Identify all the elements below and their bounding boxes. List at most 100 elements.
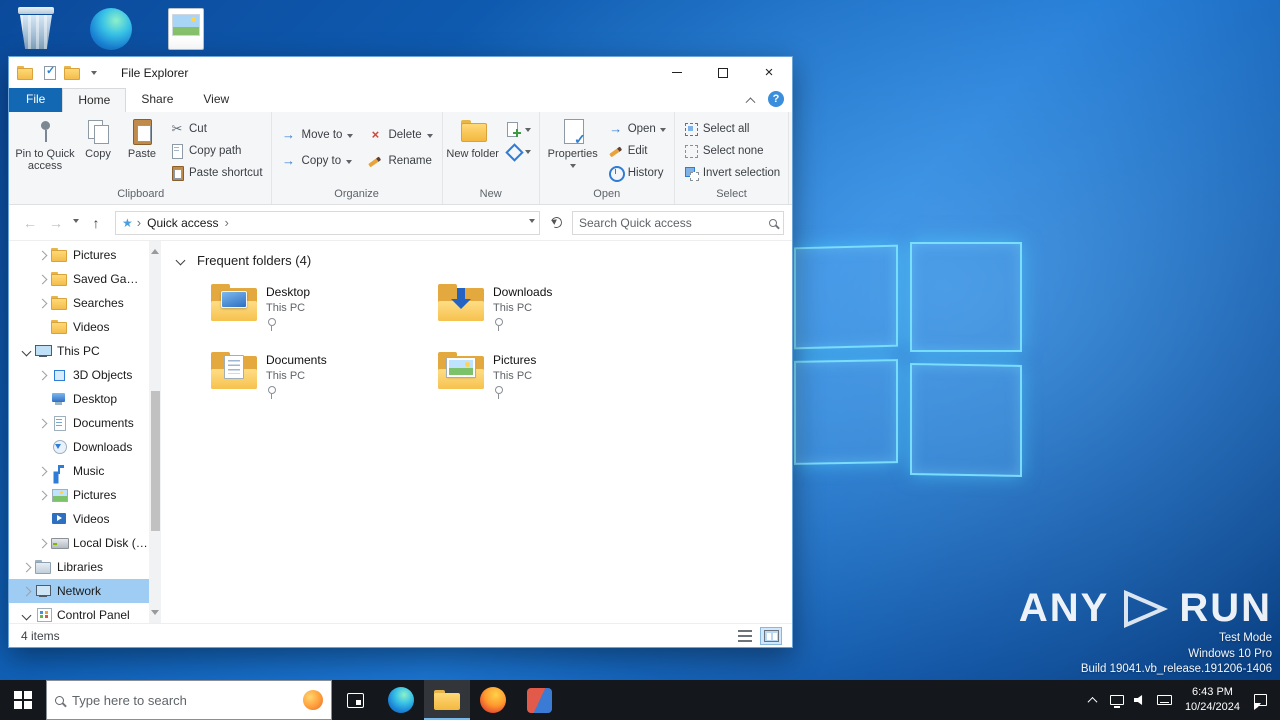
back-button[interactable]: ← — [19, 215, 41, 231]
folder-tile[interactable]: Desktop This PC — [211, 284, 426, 342]
tree-chevron-icon[interactable] — [39, 396, 46, 403]
close-button[interactable]: × — [746, 57, 792, 88]
start-button[interactable] — [0, 680, 46, 720]
breadcrumb-chevron[interactable]: › — [224, 215, 228, 230]
easy-access-button[interactable] — [500, 140, 536, 162]
tree-item[interactable]: Libraries — [9, 555, 161, 579]
open-button[interactable]: → Open — [603, 118, 671, 140]
tree-chevron-icon[interactable] — [37, 490, 48, 500]
help-button[interactable]: ? — [768, 91, 784, 107]
explorer-search-box[interactable] — [572, 210, 784, 235]
properties-button[interactable]: ✓ Properties — [543, 112, 603, 188]
search-input[interactable] — [579, 215, 763, 230]
taskbar-search-box[interactable] — [46, 680, 332, 720]
maximize-button[interactable] — [700, 57, 746, 88]
qat-new-folder-button[interactable] — [61, 62, 83, 84]
folder-tile[interactable]: Documents This PC — [211, 352, 426, 410]
tree-item[interactable]: Pictures — [9, 243, 161, 267]
tree-chevron-icon[interactable] — [37, 274, 48, 284]
tree-item[interactable]: Videos — [9, 507, 161, 531]
cut-button[interactable]: ✂ Cut — [164, 118, 268, 140]
paste-shortcut-button[interactable]: Paste shortcut — [164, 162, 268, 184]
tree-item[interactable]: Music — [9, 459, 161, 483]
delete-button[interactable]: × Delete — [361, 122, 438, 148]
tree-item[interactable]: Searches — [9, 291, 161, 315]
tree-chevron-icon[interactable] — [39, 324, 46, 331]
folder-tile[interactable]: Pictures This PC — [438, 352, 653, 410]
file-explorer-taskbar-button[interactable] — [424, 680, 470, 720]
large-icons-view-button[interactable] — [760, 626, 782, 645]
tree-item[interactable]: Videos — [9, 315, 161, 339]
edit-button[interactable]: Edit — [603, 140, 671, 162]
image-file-icon[interactable] — [168, 8, 220, 60]
search-highlights-icon[interactable] — [303, 690, 323, 710]
tab-view[interactable]: View — [188, 88, 244, 112]
tab-file[interactable]: File — [9, 88, 63, 112]
scroll-up-button[interactable] — [151, 245, 159, 254]
select-none-button[interactable]: Select none — [678, 140, 785, 162]
recycle-bin-icon[interactable] — [12, 5, 64, 57]
tree-item[interactable]: Pictures — [9, 483, 161, 507]
taskbar-search-input[interactable] — [72, 692, 295, 708]
tree-chevron-icon[interactable] — [21, 346, 32, 356]
app-taskbar-button[interactable] — [516, 680, 562, 720]
rename-button[interactable]: Rename — [361, 148, 438, 174]
tree-item[interactable]: This PC — [9, 339, 161, 363]
tab-home[interactable]: Home — [62, 88, 127, 112]
copy-button[interactable]: Copy — [76, 112, 120, 188]
tree-item[interactable]: Local Disk (C:) — [9, 531, 161, 555]
nav-scrollbar[interactable] — [149, 241, 161, 623]
tree-chevron-icon[interactable] — [37, 466, 48, 476]
tree-chevron-icon[interactable] — [21, 562, 32, 572]
qat-properties-button[interactable]: ✓ — [39, 62, 61, 84]
tree-chevron-icon[interactable] — [37, 538, 48, 548]
refresh-button[interactable] — [544, 211, 568, 235]
collapse-ribbon-button[interactable] — [745, 96, 756, 107]
tree-item[interactable]: Control Panel — [9, 603, 161, 623]
hidden-icons-button[interactable] — [1081, 680, 1105, 720]
tab-share[interactable]: Share — [126, 88, 188, 112]
tree-chevron-icon[interactable] — [21, 610, 32, 620]
task-view-button[interactable] — [332, 680, 378, 720]
collapse-group-icon[interactable] — [175, 255, 186, 266]
tree-item[interactable]: Saved Games — [9, 267, 161, 291]
new-item-button[interactable] — [500, 118, 536, 140]
tree-chevron-icon[interactable] — [39, 444, 46, 451]
network-tray-button[interactable] — [1105, 680, 1129, 720]
firefox-taskbar-button[interactable] — [470, 680, 516, 720]
breadcrumb-location[interactable]: Quick access — [145, 216, 220, 230]
keyboard-tray-button[interactable] — [1153, 680, 1177, 720]
action-center-button[interactable] — [1248, 680, 1272, 720]
tree-item[interactable]: 3D Objects — [9, 363, 161, 387]
tree-item[interactable]: Network — [9, 579, 161, 603]
history-button[interactable]: History — [603, 162, 671, 184]
tree-chevron-icon[interactable] — [37, 418, 48, 428]
volume-tray-button[interactable] — [1129, 680, 1153, 720]
recent-locations-button[interactable] — [73, 219, 79, 226]
tree-chevron-icon[interactable] — [39, 516, 46, 523]
tree-chevron-icon[interactable] — [37, 250, 48, 260]
address-bar[interactable]: ★ › Quick access › — [115, 210, 540, 235]
frequent-folders-header[interactable]: Frequent folders (4) — [175, 253, 792, 268]
minimize-button[interactable] — [654, 57, 700, 88]
tree-chevron-icon[interactable] — [37, 298, 48, 308]
select-all-button[interactable]: Select all — [678, 118, 785, 140]
new-folder-button[interactable]: New folder — [446, 112, 500, 188]
tree-item[interactable]: Downloads — [9, 435, 161, 459]
pin-to-quick-access-button[interactable]: Pin to Quick access — [14, 112, 76, 188]
tree-item[interactable]: Desktop — [9, 387, 161, 411]
scrollbar-thumb[interactable] — [150, 391, 160, 531]
taskbar-clock[interactable]: 6:43 PM 10/24/2024 — [1177, 685, 1248, 716]
details-view-button[interactable] — [734, 627, 756, 645]
tree-chevron-icon[interactable] — [21, 586, 32, 596]
tree-chevron-icon[interactable] — [37, 370, 48, 380]
up-button[interactable]: ↑ — [85, 215, 107, 231]
tree-item[interactable]: Documents — [9, 411, 161, 435]
copy-to-button[interactable]: → Copy to — [275, 148, 360, 174]
qat-customize-button[interactable] — [83, 62, 105, 84]
titlebar[interactable]: ✓ File Explorer × — [9, 57, 792, 88]
forward-button[interactable]: → — [45, 215, 67, 231]
address-dropdown-button[interactable] — [529, 219, 535, 226]
copy-path-button[interactable]: Copy path — [164, 140, 268, 162]
paste-button[interactable]: Paste — [120, 112, 164, 188]
